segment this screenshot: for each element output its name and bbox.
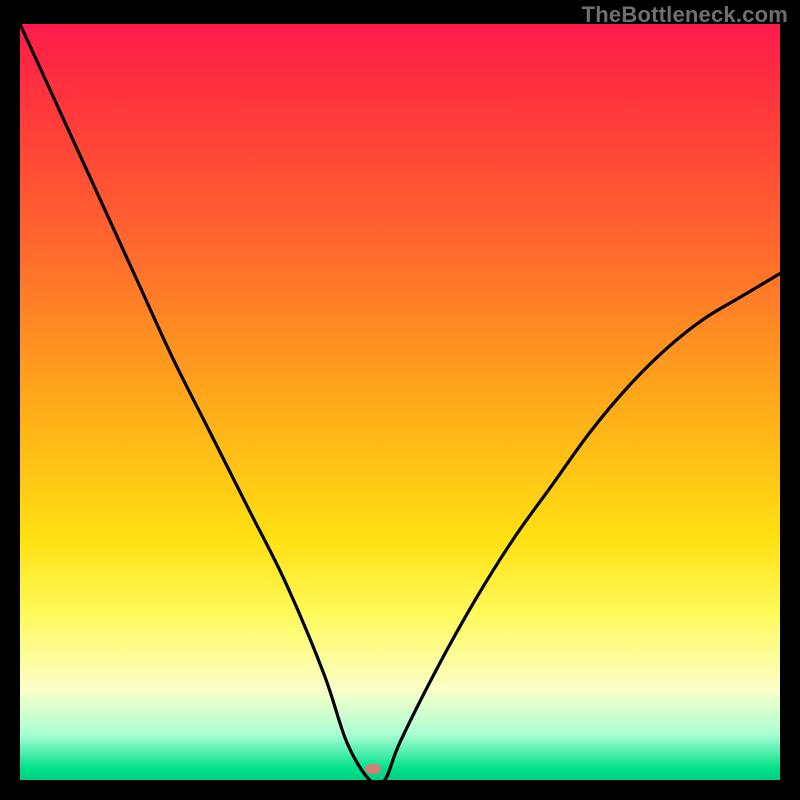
watermark-text: TheBottleneck.com	[582, 2, 788, 28]
chart-frame: TheBottleneck.com	[0, 0, 800, 800]
optimum-marker	[365, 764, 381, 774]
bottleneck-curve	[20, 24, 780, 780]
plot-area	[20, 24, 780, 780]
curve-svg	[20, 24, 780, 780]
